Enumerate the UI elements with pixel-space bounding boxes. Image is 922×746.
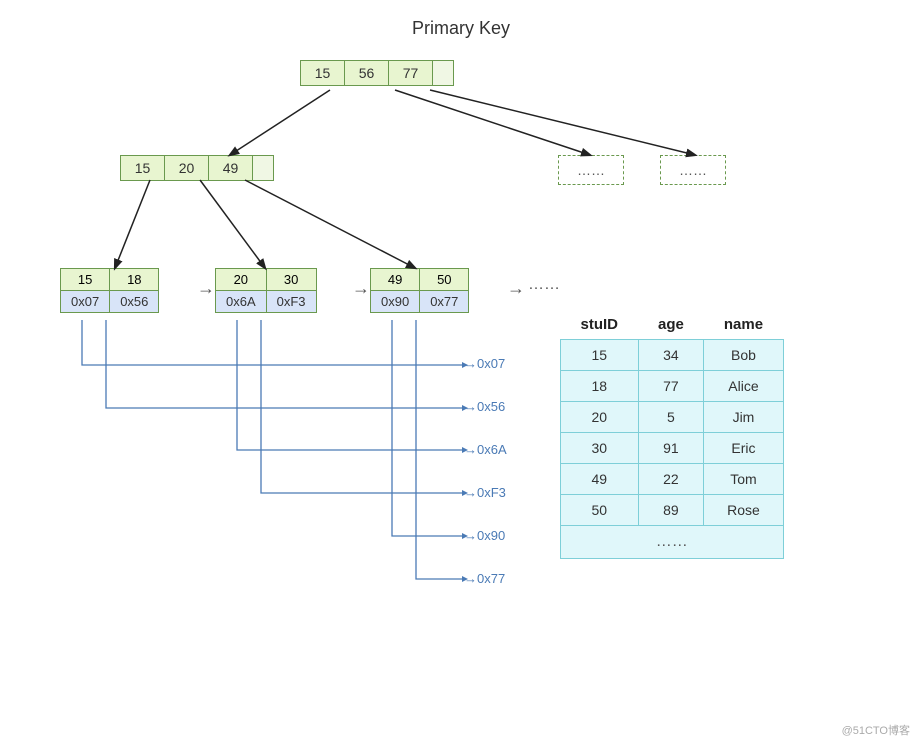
table-row: 50 89 Rose — [561, 495, 784, 526]
cell-age: 89 — [638, 495, 704, 526]
leaf-node-2: 20 0x6A 30 0xF3 — [215, 268, 317, 313]
cell-name: Eric — [704, 433, 783, 464]
db-table: stuID age name 15 34 Bob 18 77 Alice 20 … — [560, 310, 784, 559]
leaf3-col2: 50 0x77 — [420, 269, 468, 312]
col-name: name — [704, 310, 783, 340]
addr-0x90: →0x90 — [464, 528, 505, 543]
leaf3-col2-top: 50 — [420, 269, 468, 291]
l1-cell-3: 49 — [209, 156, 253, 180]
root-cell-3: 77 — [389, 61, 433, 85]
leaf3-col1-bottom: 0x90 — [371, 291, 419, 312]
leaf1-col1: 15 0x07 — [61, 269, 110, 312]
leaf3-col2-bottom: 0x77 — [420, 291, 468, 312]
addr-0x07: →0x07 — [464, 356, 505, 371]
cell-name: Bob — [704, 340, 783, 371]
cell-age: 5 — [638, 402, 704, 433]
watermark: @51CTO博客 — [842, 722, 910, 738]
root-node: 15 56 77 — [300, 60, 454, 86]
cell-age: 77 — [638, 371, 704, 402]
addr-0x6A: →0x6A — [464, 442, 507, 457]
table-row: 15 34 Bob — [561, 340, 784, 371]
leaf-arrow-3: → — [507, 278, 525, 299]
cell-name: Rose — [704, 495, 783, 526]
cell-stuid: 30 — [561, 433, 639, 464]
addr-0xF3: →0xF3 — [464, 485, 506, 500]
table-row: 30 91 Eric — [561, 433, 784, 464]
leaf1-col2-bottom: 0x56 — [110, 291, 158, 312]
root-cell-1: 15 — [301, 61, 345, 85]
cell-stuid: 20 — [561, 402, 639, 433]
leaf2-col1-bottom: 0x6A — [216, 291, 266, 312]
l1-cell-1: 15 — [121, 156, 165, 180]
cell-stuid: 49 — [561, 464, 639, 495]
addr-0x56: →0x56 — [464, 399, 505, 414]
l1-cell-2: 20 — [165, 156, 209, 180]
cell-name: Alice — [704, 371, 783, 402]
leaf1-col1-top: 15 — [61, 269, 109, 291]
table-row: 49 22 Tom — [561, 464, 784, 495]
root-cell-4 — [433, 61, 453, 85]
col-age: age — [638, 310, 704, 340]
cell-stuid: 50 — [561, 495, 639, 526]
table-ellipsis: …… — [561, 526, 784, 559]
leaf-ellipsis: …… — [528, 276, 560, 294]
col-stuid: stuID — [561, 310, 639, 340]
cell-name: Jim — [704, 402, 783, 433]
table-row: 18 77 Alice — [561, 371, 784, 402]
addr-0x77: →0x77 — [464, 571, 505, 586]
leaf1-col2-top: 18 — [110, 269, 158, 291]
leaf2-col2-bottom: 0xF3 — [267, 291, 316, 312]
root-cell-2: 56 — [345, 61, 389, 85]
leaf2-col2: 30 0xF3 — [267, 269, 316, 312]
leaf1-col1-bottom: 0x07 — [61, 291, 109, 312]
canvas: Primary Key 15 56 77 15 20 49 …… …… 15 0… — [0, 0, 922, 746]
leaf-node-1: 15 0x07 18 0x56 — [60, 268, 159, 313]
cell-age: 34 — [638, 340, 704, 371]
level1-node-left: 15 20 49 — [120, 155, 274, 181]
dashed-node-1: …… — [558, 155, 624, 185]
cell-stuid: 15 — [561, 340, 639, 371]
cell-age: 22 — [638, 464, 704, 495]
page-title: Primary Key — [0, 18, 922, 39]
leaf-node-3: 49 0x90 50 0x77 — [370, 268, 469, 313]
cell-name: Tom — [704, 464, 783, 495]
arrows-svg — [0, 0, 922, 746]
l1-cell-4 — [253, 156, 273, 180]
leaf1-col2: 18 0x56 — [110, 269, 158, 312]
leaf3-col1-top: 49 — [371, 269, 419, 291]
leaf-arrow-2: → — [352, 278, 370, 299]
table-row: 20 5 Jim — [561, 402, 784, 433]
cell-age: 91 — [638, 433, 704, 464]
table-ellipsis-row: …… — [561, 526, 784, 559]
leaf2-col2-top: 30 — [267, 269, 316, 291]
leaf3-col1: 49 0x90 — [371, 269, 420, 312]
cell-stuid: 18 — [561, 371, 639, 402]
leaf2-col1-top: 20 — [216, 269, 266, 291]
leaf-arrow-1: → — [197, 278, 215, 299]
dashed-node-2: …… — [660, 155, 726, 185]
leaf2-col1: 20 0x6A — [216, 269, 267, 312]
